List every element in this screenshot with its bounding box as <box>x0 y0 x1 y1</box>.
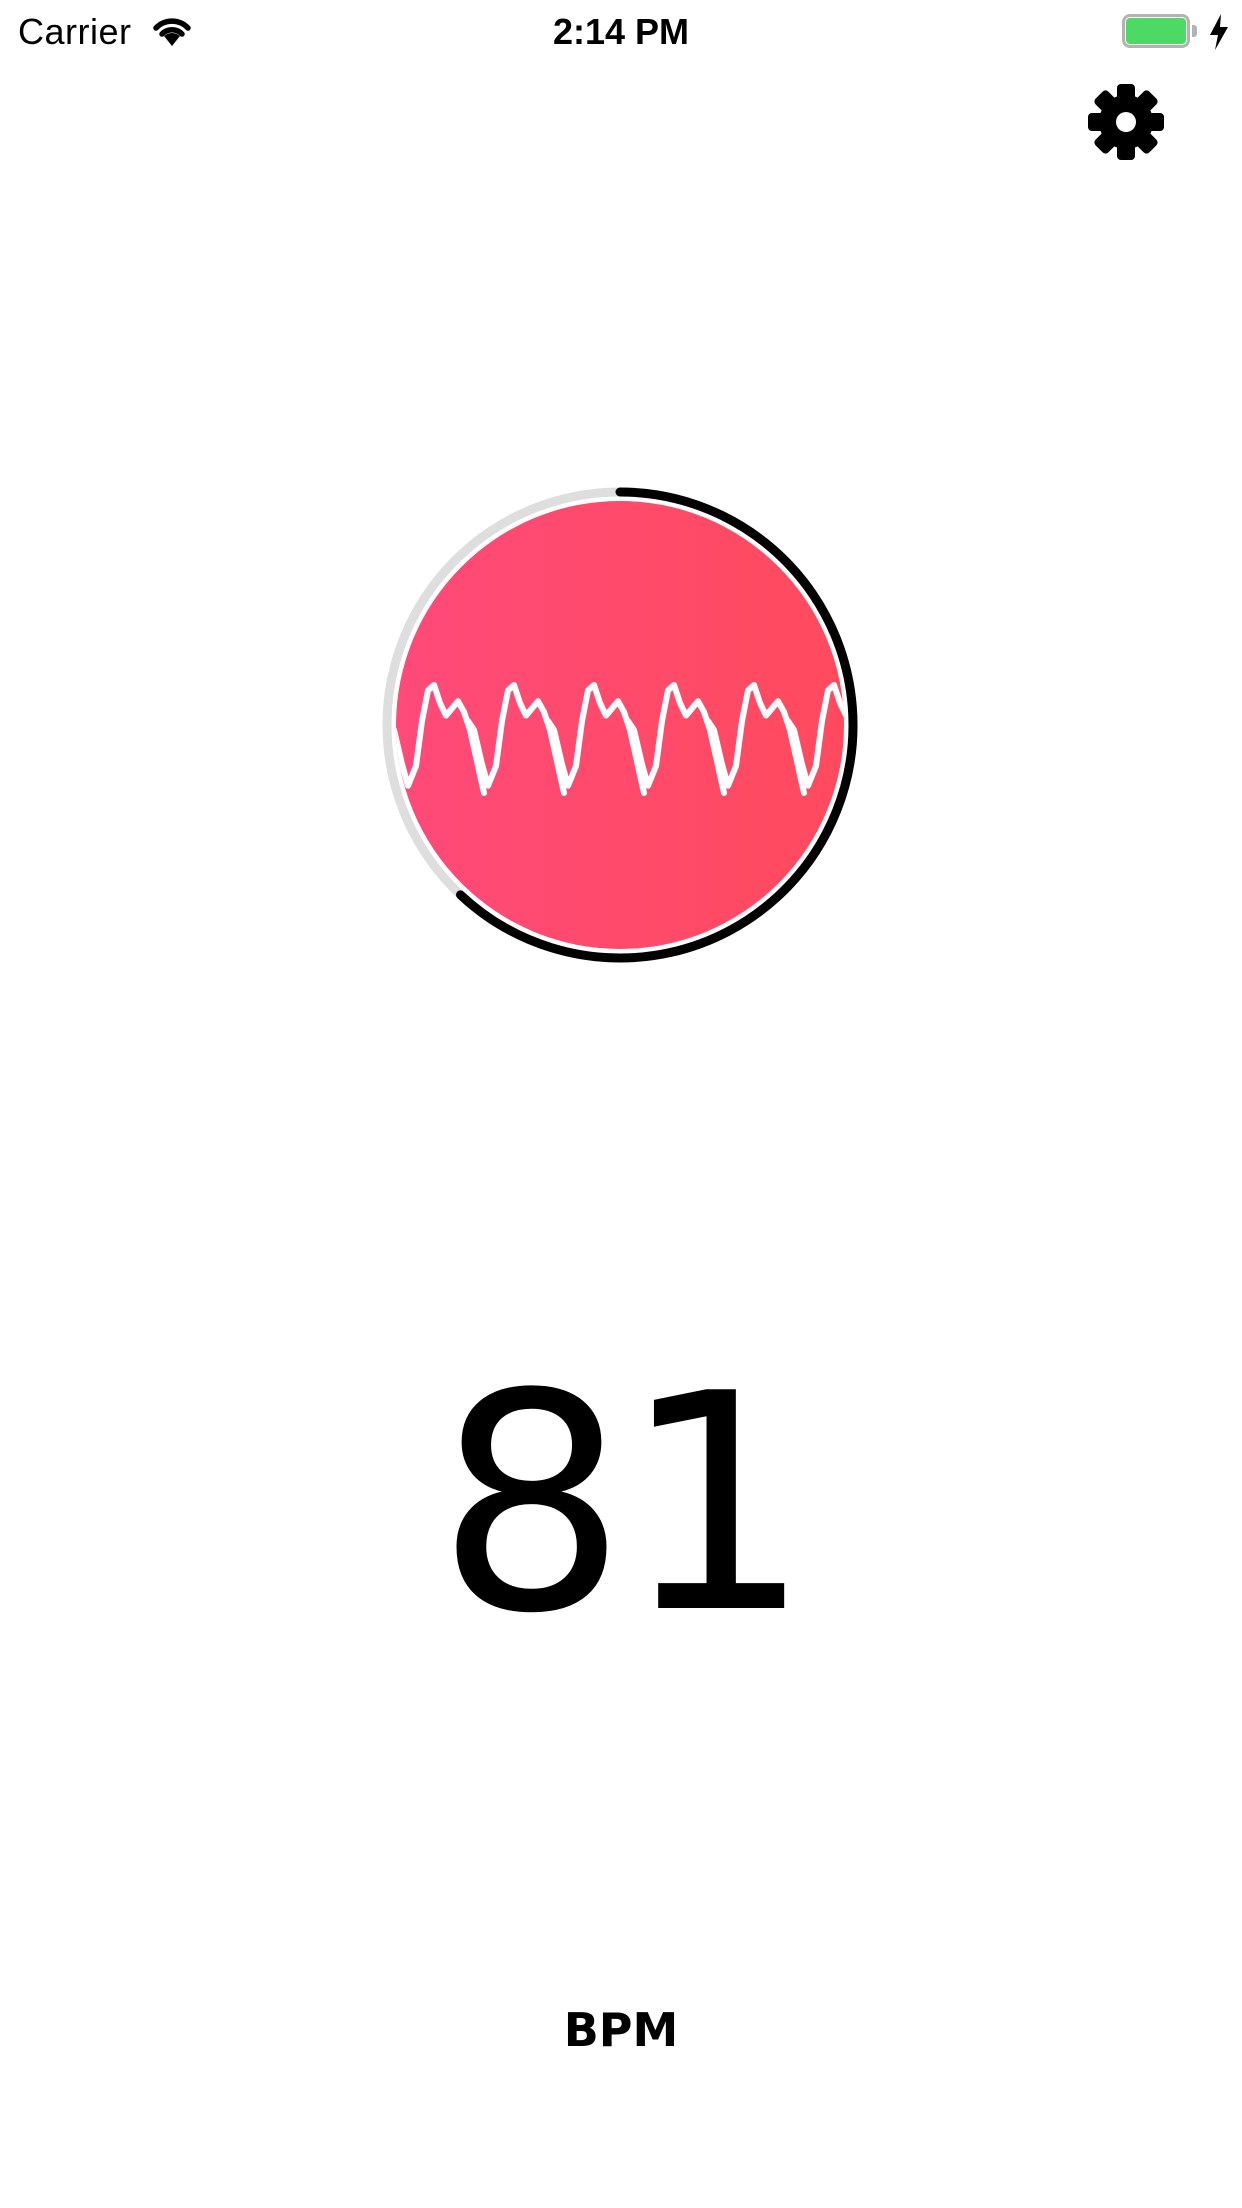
heart-rate-value: 81 <box>436 1330 812 1679</box>
gear-icon <box>1088 84 1164 160</box>
settings-button[interactable] <box>1086 82 1166 162</box>
charging-bolt-icon <box>1210 14 1228 50</box>
battery-level <box>1126 18 1186 44</box>
status-bar: Carrier 2:14 PM <box>0 0 1242 64</box>
battery-icon <box>1122 14 1198 50</box>
measurement-indicator <box>380 485 860 965</box>
pulse-meter <box>382 487 858 963</box>
heart-rate-unit: BPM <box>563 2003 679 2057</box>
status-time: 2:14 PM <box>552 11 690 52</box>
pulse-disc <box>396 501 844 949</box>
